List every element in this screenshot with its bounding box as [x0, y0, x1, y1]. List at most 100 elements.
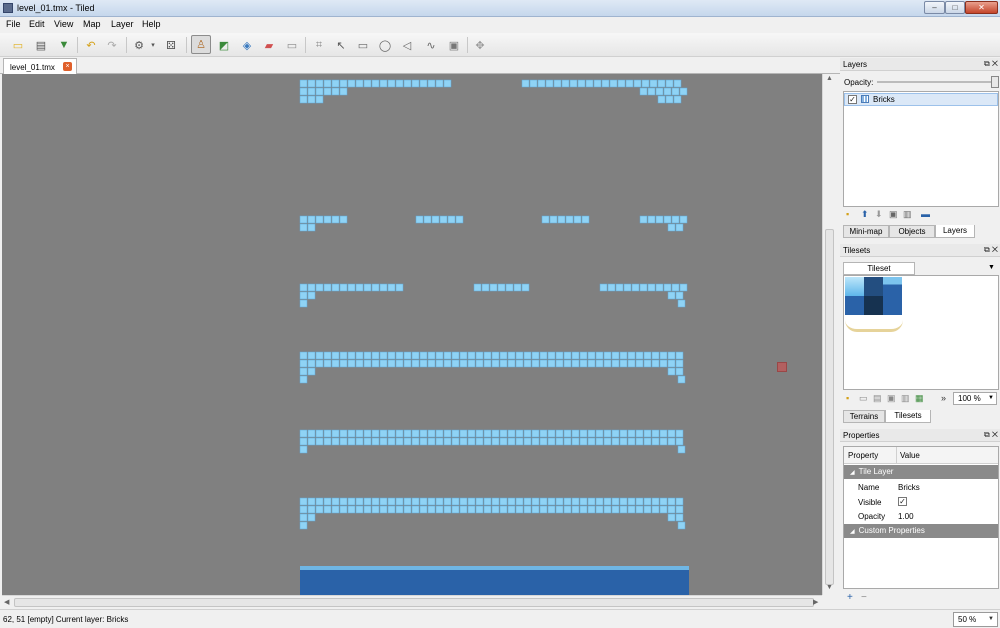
map-canvas[interactable]	[2, 74, 822, 595]
prop-visible-checkbox[interactable]: ✓	[898, 497, 907, 506]
edit-polygons-icon[interactable]: ↖	[333, 37, 349, 53]
brick-tile	[659, 429, 668, 438]
menu-file[interactable]: File	[6, 19, 21, 29]
scroll-up-icon[interactable]: ▲	[826, 75, 833, 82]
tile-layer-section[interactable]: ◢ Tile Layer	[844, 465, 998, 479]
export-tileset-icon[interactable]: ▤	[873, 393, 882, 404]
brick-tile	[611, 351, 620, 360]
brick-tile	[379, 497, 388, 506]
insert-polygon-icon[interactable]: ◁	[399, 37, 415, 53]
insert-polyline-icon[interactable]: ∿	[423, 37, 439, 53]
prop-opacity-value[interactable]: 1.00	[898, 512, 914, 521]
add-property-icon[interactable]: +	[847, 592, 853, 603]
stamp-brush-icon[interactable]: ♙	[191, 35, 211, 54]
tileset-properties-icon[interactable]: ▣	[887, 393, 896, 404]
new-layer-icon[interactable]: ▪	[846, 209, 849, 219]
scroll-down-icon[interactable]: ▼	[826, 584, 833, 591]
brick-tile	[339, 359, 348, 368]
close-tab-icon[interactable]: ×	[63, 62, 72, 71]
layer-row-bricks[interactable]: ✓ Bricks	[844, 93, 998, 106]
duplicate-layer-icon[interactable]: ▣	[889, 209, 898, 220]
bucket-fill-icon[interactable]: ◈	[239, 37, 255, 53]
remove-property-icon[interactable]: −	[861, 592, 867, 603]
brick-tile	[523, 429, 532, 438]
delete-tileset-icon[interactable]: ▥	[901, 393, 910, 404]
scroll-left-icon[interactable]: ◀	[4, 598, 9, 606]
tab-tileset[interactable]: Tileset	[843, 262, 915, 275]
brick-tile	[395, 497, 404, 506]
brick-tile	[675, 497, 684, 506]
tile-clouds[interactable]	[845, 320, 903, 332]
tileset-menu-icon[interactable]: ▼	[988, 264, 995, 271]
command-icon[interactable]: ⚙	[131, 37, 147, 53]
panel-float-close-icon[interactable]: ⧉ ✕	[984, 430, 998, 440]
opacity-slider-track[interactable]	[877, 81, 995, 83]
new-file-icon[interactable]: ▭	[10, 37, 26, 53]
insert-rectangle-icon[interactable]: ▭	[355, 37, 371, 53]
minimize-button[interactable]: –	[924, 1, 945, 14]
custom-properties-section[interactable]: ◢ Custom Properties	[844, 524, 998, 538]
horizontal-scroll-thumb[interactable]	[14, 598, 814, 607]
rotate-icon[interactable]: ✥	[472, 37, 488, 53]
menu-map[interactable]: Map	[83, 19, 101, 29]
tileset-zoom-select[interactable]: 100 % ▼	[953, 392, 997, 405]
panel-float-close-icon[interactable]: ⧉ ✕	[984, 245, 998, 255]
prop-name-value[interactable]: Bricks	[898, 483, 920, 492]
tile-blue[interactable]	[883, 296, 902, 315]
raise-layer-icon[interactable]: ⬆	[861, 209, 869, 220]
layer-properties-icon[interactable]: ▬	[921, 209, 930, 219]
tile-light-blue[interactable]	[845, 277, 864, 296]
horizontal-scrollbar[interactable]: ◀ ▶	[2, 595, 822, 609]
delete-layer-icon[interactable]: ▥	[903, 209, 912, 220]
insert-ellipse-icon[interactable]: ◯	[377, 37, 393, 53]
tile-blue[interactable]	[845, 296, 864, 315]
tab-objects[interactable]: Objects	[889, 225, 935, 238]
brick-tile	[531, 505, 540, 514]
layer-visibility-checkbox[interactable]: ✓	[848, 95, 857, 104]
save-file-icon[interactable]: ▼	[56, 37, 72, 53]
tile-paddle-top[interactable]	[883, 277, 902, 296]
tile-dark-blue[interactable]	[864, 277, 883, 296]
opacity-slider-handle[interactable]	[991, 76, 999, 88]
tileset-view[interactable]	[843, 275, 999, 390]
brick-tile	[515, 429, 524, 438]
brick-tile	[435, 359, 444, 368]
random-mode-icon[interactable]: ⚄	[163, 37, 179, 53]
menu-layer[interactable]: Layer	[111, 19, 134, 29]
menu-edit[interactable]: Edit	[29, 19, 45, 29]
properties-header-row: Property Value	[844, 447, 998, 464]
menu-help[interactable]: Help	[142, 19, 161, 29]
tab-terrains[interactable]: Terrains	[843, 410, 885, 423]
panel-float-close-icon[interactable]: ⧉ ✕	[984, 59, 998, 69]
undo-icon[interactable]: ↶	[83, 37, 99, 53]
brick-tile	[491, 437, 500, 446]
lower-layer-icon[interactable]: ⬇	[875, 209, 883, 220]
edit-terrain-icon[interactable]: ▦	[915, 393, 924, 404]
redo-icon[interactable]: ↷	[104, 37, 120, 53]
brick-tile	[515, 359, 524, 368]
brick-tile	[507, 497, 516, 506]
eraser-icon[interactable]: ▰	[261, 37, 277, 53]
chevron-down-icon[interactable]: ▾	[148, 37, 158, 53]
scroll-right-icon[interactable]: ▶	[813, 598, 818, 606]
import-tileset-icon[interactable]: ▭	[859, 393, 868, 404]
document-tab[interactable]: level_01.tmx ×	[3, 58, 77, 74]
insert-tile-icon[interactable]: ▣	[446, 37, 462, 53]
maximize-button[interactable]: □	[945, 1, 965, 14]
vertical-scrollbar[interactable]: ▲ ▼	[822, 74, 836, 595]
menu-view[interactable]: View	[54, 19, 73, 29]
tab-layers[interactable]: Layers	[935, 225, 975, 238]
brick-tile	[643, 429, 652, 438]
more-icon[interactable]: »	[941, 393, 946, 403]
magic-wand-icon[interactable]: ⌗	[311, 37, 327, 53]
zoom-select[interactable]: 50 % ▼	[953, 612, 998, 627]
new-tileset-icon[interactable]: ▪	[846, 393, 849, 403]
close-button[interactable]: ✕	[965, 1, 998, 14]
tab-tilesets[interactable]: Tilesets	[885, 410, 931, 423]
rect-select-icon[interactable]: ▭	[284, 37, 300, 53]
vertical-scroll-thumb[interactable]	[825, 229, 834, 585]
tab-mini-map[interactable]: Mini-map	[843, 225, 889, 238]
open-file-icon[interactable]: ▤	[33, 37, 49, 53]
tile-navy[interactable]	[864, 296, 883, 315]
terrain-brush-icon[interactable]: ◩	[216, 37, 232, 53]
